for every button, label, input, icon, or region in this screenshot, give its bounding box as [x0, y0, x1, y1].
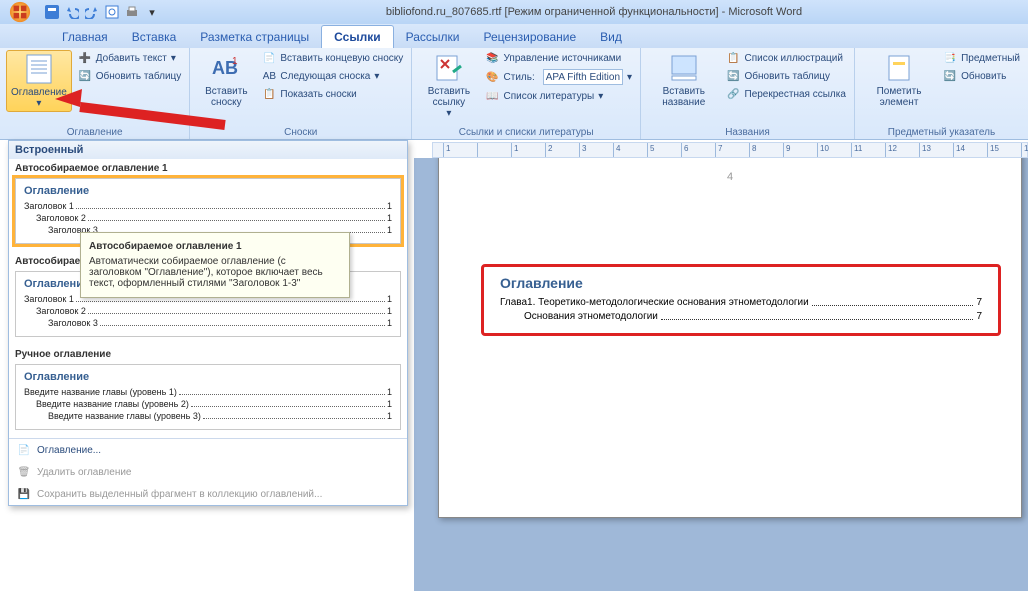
qat-print-icon[interactable]: [124, 4, 140, 20]
titlebar: ▾ bibliofond.ru_807685.rtf [Режим ограни…: [0, 0, 1028, 24]
qat-customize-icon[interactable]: ▾: [144, 4, 160, 20]
show-footnotes[interactable]: 📋Показать сноски: [260, 86, 405, 102]
mark-entry-button[interactable]: Пометить элемент: [861, 50, 937, 110]
group-toc: Оглавление▾ ➕Добавить текст ▾ 🔄Обновить …: [0, 48, 190, 139]
insert-footnote-button[interactable]: AB1 Вставить сноску: [196, 50, 256, 110]
refresh-icon: 🔄: [78, 69, 92, 83]
tab-references[interactable]: Ссылки: [321, 25, 393, 48]
gallery-item-manual[interactable]: Ручное оглавление Оглавление Введите наз…: [9, 345, 407, 438]
biblio-icon: 📖: [486, 89, 500, 103]
toc-gallery: Встроенный Автособираемое оглавление 1 О…: [8, 140, 408, 506]
index-icon: 📑: [943, 51, 957, 65]
tab-home[interactable]: Главная: [50, 26, 120, 48]
plus-icon: ➕: [78, 51, 92, 65]
style-dropdown[interactable]: APA Fifth Edition: [543, 69, 623, 85]
gallery-save-toc: 💾Сохранить выделенный фрагмент в коллекц…: [9, 483, 407, 505]
toc-update[interactable]: 🔄Обновить таблицу: [76, 68, 184, 84]
group-footnotes: AB1 Вставить сноску 📄Вставить концевую с…: [190, 48, 412, 139]
bibliography[interactable]: 📖Список литературы ▾: [484, 88, 635, 104]
caption-update[interactable]: 🔄Обновить таблицу: [725, 68, 848, 84]
toc-add-text[interactable]: ➕Добавить текст ▾: [76, 50, 184, 66]
gallery-header-builtin: Встроенный: [9, 141, 407, 159]
document-toc-highlight: Оглавление Глава1. Теоретико-методологич…: [481, 264, 1001, 336]
ribbon-tabs: Главная Вставка Разметка страницы Ссылки…: [0, 24, 1028, 48]
tab-pagelayout[interactable]: Разметка страницы: [188, 26, 321, 48]
insert-index[interactable]: 📑Предметный: [941, 50, 1022, 66]
group-citations: Вставить ссылку▾ 📚Управление источниками…: [412, 48, 641, 139]
page-number: 4: [727, 171, 733, 183]
figlist-icon: 📋: [727, 51, 741, 65]
qat-save-icon[interactable]: [44, 4, 60, 20]
document-page: 4 Оглавление Глава1. Теоретико-методолог…: [438, 158, 1022, 518]
save-icon: 💾: [17, 487, 31, 501]
insert-endnote[interactable]: 📄Вставить концевую сноску: [260, 50, 405, 66]
crossref-icon: 🔗: [727, 87, 741, 101]
remove-icon: 🗑: [17, 465, 31, 479]
group-index: Пометить элемент 📑Предметный 🔄Обновить П…: [855, 48, 1028, 139]
group-captions: Вставить название 📋Список иллюстраций 🔄О…: [641, 48, 855, 139]
tab-review[interactable]: Рецензирование: [471, 26, 588, 48]
manage-sources[interactable]: 📚Управление источниками: [484, 50, 635, 66]
qat-preview-icon[interactable]: [104, 4, 120, 20]
refresh-icon: 🔄: [727, 69, 741, 83]
gallery-remove-toc: 🗑Удалить оглавление: [9, 461, 407, 483]
gallery-custom-toc[interactable]: 📄Оглавление...: [9, 439, 407, 461]
next-footnote[interactable]: ABСледующая сноска ▾: [260, 68, 405, 84]
window-title: bibliofond.ru_807685.rtf [Режим ограниче…: [160, 6, 1028, 18]
show-icon: 📋: [262, 87, 276, 101]
style-icon: 🎨: [486, 70, 500, 84]
horizontal-ruler[interactable]: 112345678910111213141516: [432, 142, 1028, 158]
next-icon: AB: [262, 69, 276, 83]
svg-text:1: 1: [232, 56, 238, 67]
toc-icon: 📄: [17, 443, 31, 457]
tab-mailings[interactable]: Рассылки: [394, 26, 472, 48]
index-update[interactable]: 🔄Обновить: [941, 68, 1022, 84]
tab-view[interactable]: Вид: [588, 26, 634, 48]
manage-icon: 📚: [486, 51, 500, 65]
citation-style[interactable]: 🎨Стиль:APA Fifth Edition ▾: [484, 68, 635, 86]
refresh-icon: 🔄: [943, 69, 957, 83]
qat-redo-icon[interactable]: [84, 4, 100, 20]
gallery-tooltip: Автособираемое оглавление 1 Автоматическ…: [80, 232, 350, 298]
table-of-figures[interactable]: 📋Список иллюстраций: [725, 50, 848, 66]
document-area[interactable]: 4 Оглавление Глава1. Теоретико-методолог…: [414, 158, 1028, 591]
ribbon: Оглавление▾ ➕Добавить текст ▾ 🔄Обновить …: [0, 48, 1028, 140]
insert-citation-button[interactable]: Вставить ссылку▾: [418, 50, 479, 121]
qat-undo-icon[interactable]: [64, 4, 80, 20]
office-button[interactable]: [0, 0, 40, 24]
toc-button[interactable]: Оглавление▾: [6, 50, 72, 112]
cross-reference[interactable]: 🔗Перекрестная ссылка: [725, 86, 848, 102]
tab-insert[interactable]: Вставка: [120, 26, 189, 48]
insert-caption-button[interactable]: Вставить название: [647, 50, 720, 110]
endnote-icon: 📄: [262, 51, 276, 65]
